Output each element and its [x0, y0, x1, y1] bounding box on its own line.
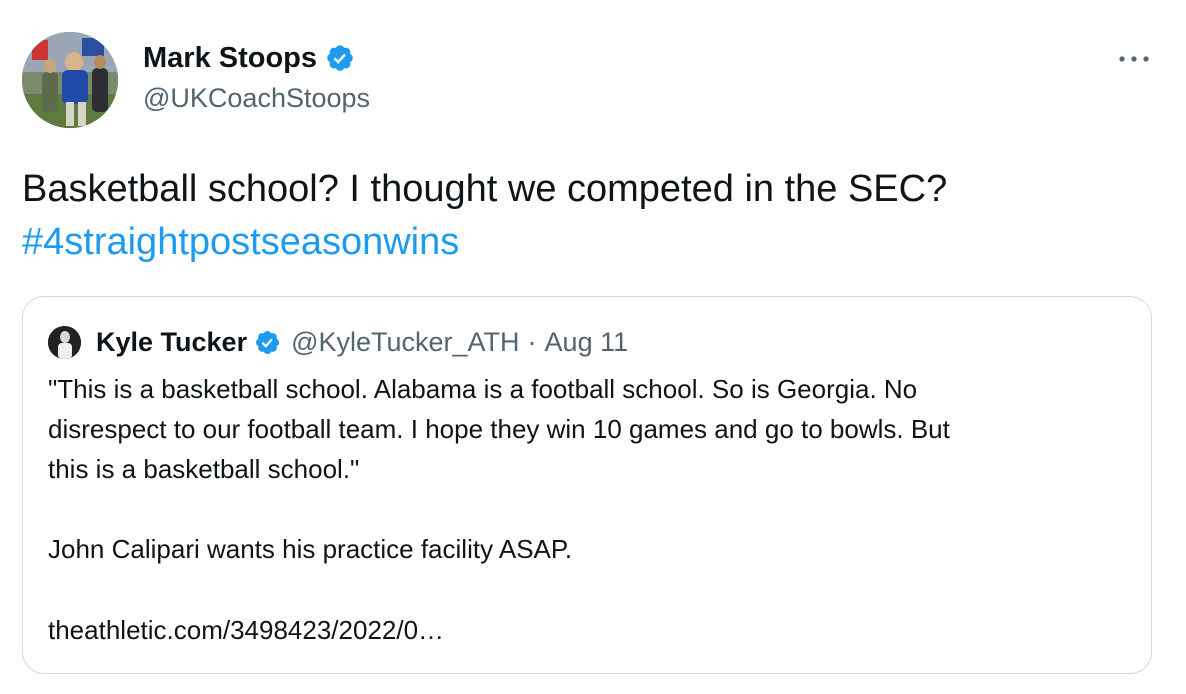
tweet-text-line: Basketball school? I thought we competed…	[22, 168, 948, 210]
quoted-author-avatar[interactable]	[48, 326, 81, 359]
quoted-author-name[interactable]: Kyle Tucker	[96, 327, 247, 358]
more-options-button[interactable]	[1112, 44, 1156, 74]
verified-badge-icon	[254, 329, 281, 356]
author-handle[interactable]: @UKCoachStoops	[143, 80, 370, 116]
quoted-tweet-header: Kyle Tucker @KyleTucker_ATH · Aug 11	[96, 324, 628, 360]
quoted-text-line: this is a basketball school."	[48, 454, 360, 484]
avatar-photo	[22, 32, 118, 128]
author-avatar[interactable]	[22, 32, 118, 128]
quoted-text-line: disrespect to our football team. I hope …	[48, 414, 950, 444]
header-separator: ·	[527, 326, 537, 357]
author-name-row[interactable]: Mark Stoops	[143, 40, 355, 76]
more-horizontal-icon	[1119, 56, 1149, 62]
quoted-tweet-body: "This is a basketball school. Alabama is…	[48, 369, 1138, 489]
quoted-text-paragraph: John Calipari wants his practice facilit…	[48, 534, 573, 564]
quoted-author-handle[interactable]: @KyleTucker_ATH	[291, 327, 519, 358]
author-name[interactable]: Mark Stoops	[143, 40, 317, 76]
tweet: Mark Stoops @UKCoachStoops Basketball sc…	[0, 0, 1186, 694]
verified-badge-icon	[325, 43, 355, 73]
quoted-tweet-date[interactable]: Aug 11	[545, 327, 629, 358]
tweet-text: Basketball school? I thought we competed…	[22, 163, 1172, 269]
quoted-text-line: "This is a basketball school. Alabama is…	[48, 374, 918, 404]
quoted-tweet[interactable]: Kyle Tucker @KyleTucker_ATH · Aug 11 "Th…	[22, 296, 1152, 674]
avatar-photo	[48, 326, 81, 359]
hashtag-link[interactable]: #4straightpostseasonwins	[22, 216, 1172, 269]
article-link[interactable]: theathletic.com/3498423/2022/0…	[48, 610, 444, 650]
